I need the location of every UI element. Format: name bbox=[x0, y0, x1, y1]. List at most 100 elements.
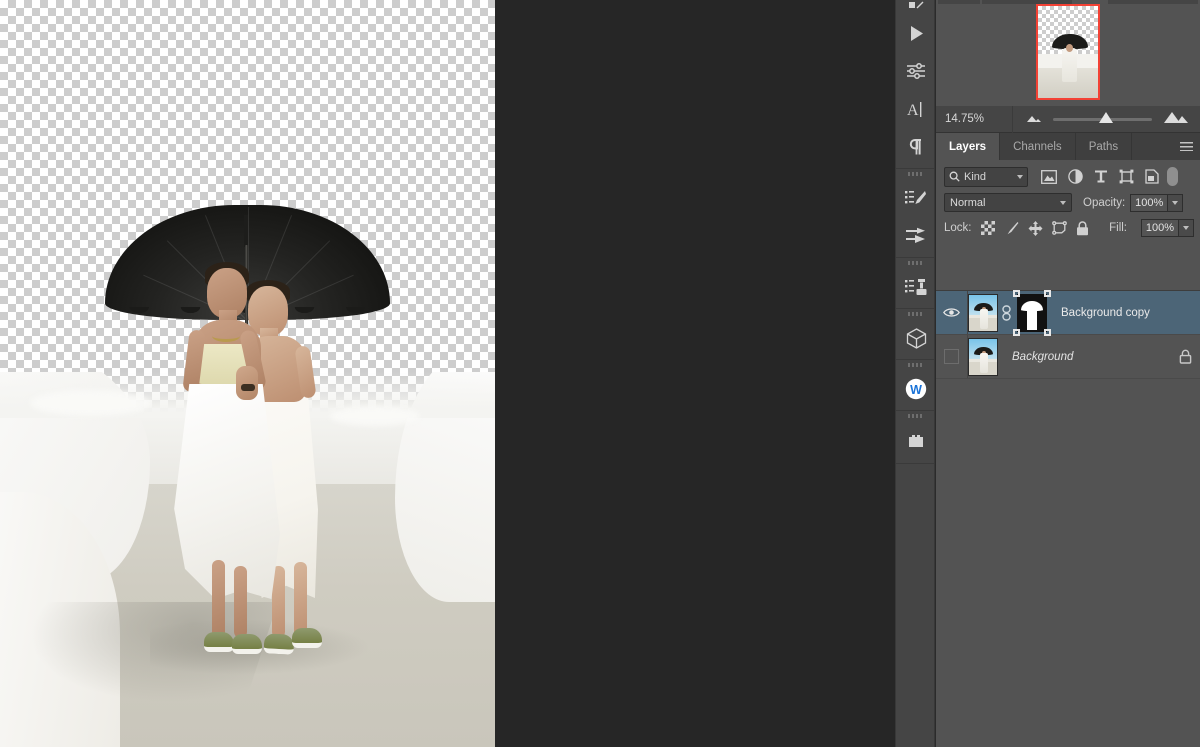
chevron-down-icon[interactable] bbox=[1060, 201, 1066, 205]
blend-mode-value: Normal bbox=[950, 197, 985, 209]
layers-panel: Layers Channels Paths Kind bbox=[936, 133, 1200, 747]
sneaker bbox=[292, 628, 322, 648]
layer-thumbnail[interactable] bbox=[968, 294, 998, 332]
canvas-subject-figure bbox=[0, 0, 495, 747]
photoshop-window: A bbox=[0, 0, 1200, 747]
partial-tool-icon[interactable] bbox=[896, 0, 936, 14]
lock-transparent-pixels-icon[interactable] bbox=[981, 221, 995, 235]
adjustment-layer-filter-icon[interactable] bbox=[1068, 169, 1083, 184]
hamburger-menu-icon[interactable] bbox=[1172, 133, 1200, 160]
lock-position-icon[interactable] bbox=[1028, 221, 1043, 236]
person-front-necklace bbox=[212, 330, 240, 342]
play-tool[interactable] bbox=[896, 14, 936, 52]
layers-panel-tabs[interactable]: Layers Channels Paths bbox=[936, 133, 1200, 160]
layer-mask-container[interactable] bbox=[1017, 294, 1047, 332]
shape-layer-filter-icon[interactable] bbox=[1119, 169, 1134, 184]
brush-presets-icon[interactable] bbox=[896, 179, 936, 217]
pilcrow-icon[interactable] bbox=[896, 128, 936, 166]
panel-grip[interactable] bbox=[908, 261, 923, 265]
cube-icon[interactable] bbox=[896, 319, 936, 357]
layer-thumbnail[interactable] bbox=[968, 338, 998, 376]
zoom-level-field[interactable]: 14.75% bbox=[942, 110, 1004, 128]
clone-stamp-presets-icon[interactable] bbox=[896, 268, 936, 306]
lock-all-icon[interactable] bbox=[1076, 221, 1089, 236]
library-bag-icon[interactable] bbox=[896, 421, 936, 459]
sneaker bbox=[232, 634, 262, 654]
workspace-background bbox=[495, 0, 895, 747]
blend-mode-row[interactable]: Normal Opacity: 100% bbox=[936, 190, 1200, 215]
layer-visibility-cell[interactable] bbox=[936, 291, 968, 334]
large-mountain-icon[interactable] bbox=[1162, 110, 1190, 129]
lock-image-pixels-icon[interactable] bbox=[1004, 221, 1019, 236]
zoom-slider-handle[interactable] bbox=[1099, 112, 1113, 123]
type-layer-filter-icon[interactable] bbox=[1094, 169, 1108, 184]
layer-filter-row[interactable]: Kind bbox=[936, 160, 1200, 190]
opacity-value-field[interactable]: 100% bbox=[1130, 194, 1168, 212]
rail-divider bbox=[896, 257, 934, 268]
svg-text:W: W bbox=[910, 383, 922, 397]
navigator-thumb-head bbox=[1066, 44, 1073, 52]
eye-icon-off[interactable] bbox=[944, 349, 959, 364]
person-front-leg-right bbox=[234, 566, 247, 638]
layer-filter-kind-select[interactable]: Kind bbox=[944, 167, 1028, 187]
person-front-skirt bbox=[172, 384, 280, 599]
layer-locked-icon bbox=[1170, 349, 1200, 364]
zoom-separator bbox=[1012, 106, 1013, 133]
rail-divider-bottom bbox=[896, 463, 934, 474]
right-panel-dock: 14.75% Layers Channels Paths bbox=[936, 0, 1200, 747]
w-circle-icon[interactable]: W bbox=[896, 370, 936, 408]
lock-row[interactable]: Lock: Fill: 100% bbox=[936, 215, 1200, 241]
layer-name[interactable]: Background copy bbox=[1047, 307, 1200, 319]
zoom-slider-track[interactable] bbox=[1053, 118, 1152, 121]
rail-divider bbox=[896, 168, 934, 179]
tab-channels[interactable]: Channels bbox=[1000, 133, 1076, 160]
blend-mode-select[interactable]: Normal bbox=[944, 193, 1072, 212]
lock-artboard-nesting-icon[interactable] bbox=[1052, 221, 1067, 235]
layer-visibility-cell[interactable] bbox=[936, 335, 968, 378]
brush-settings-icon[interactable] bbox=[896, 217, 936, 255]
layer-name[interactable]: Background bbox=[998, 351, 1170, 363]
table-row[interactable]: Background copy bbox=[936, 291, 1200, 335]
mask-selected-frame bbox=[1013, 290, 1051, 336]
lock-label: Lock: bbox=[944, 222, 972, 234]
panel-grip[interactable] bbox=[908, 363, 923, 367]
layer-filter-type-icons[interactable] bbox=[1041, 169, 1159, 184]
pixel-layer-filter-icon[interactable] bbox=[1041, 170, 1057, 184]
chevron-down-icon[interactable] bbox=[1017, 175, 1023, 179]
rail-divider bbox=[896, 308, 934, 319]
opacity-label: Opacity: bbox=[1083, 197, 1125, 209]
sliders-icon[interactable] bbox=[896, 52, 936, 90]
table-row[interactable]: Background bbox=[936, 335, 1200, 379]
info-tab-stub[interactable] bbox=[1108, 0, 1198, 4]
tab-layers[interactable]: Layers bbox=[936, 133, 1000, 160]
opacity-stepper[interactable] bbox=[1168, 194, 1183, 212]
small-mountain-icon[interactable] bbox=[1023, 110, 1043, 128]
smart-object-filter-icon[interactable] bbox=[1145, 169, 1159, 184]
tab-paths[interactable]: Paths bbox=[1076, 133, 1132, 160]
fill-stepper[interactable] bbox=[1179, 219, 1194, 237]
fill-value-field[interactable]: 100% bbox=[1141, 219, 1179, 237]
image-canvas[interactable] bbox=[0, 0, 495, 747]
navigator-view-box[interactable] bbox=[1036, 4, 1100, 100]
tab-strip-filler bbox=[1132, 133, 1172, 160]
person-back-leg-right bbox=[294, 562, 307, 638]
rail-divider bbox=[896, 359, 934, 370]
navigator-tab-stub[interactable] bbox=[938, 0, 980, 4]
collapsed-panel-rail[interactable]: A bbox=[895, 0, 935, 747]
panel-grip[interactable] bbox=[908, 414, 923, 418]
text-cursor-icon[interactable]: A bbox=[896, 90, 936, 128]
layer-mask-link-icon[interactable] bbox=[998, 305, 1014, 321]
navigator-thumb-body bbox=[1062, 48, 1077, 82]
layer-filter-kind-label: Kind bbox=[964, 171, 1013, 183]
navigator-panel[interactable] bbox=[936, 0, 1200, 106]
umbrella-tip bbox=[244, 215, 248, 247]
navigator-zoom-bar[interactable]: 14.75% bbox=[936, 106, 1200, 133]
panel-grip[interactable] bbox=[908, 312, 923, 316]
search-icon bbox=[949, 171, 960, 182]
layer-list[interactable]: Background copy Background bbox=[936, 290, 1200, 747]
hands-on-umbrella-shaft bbox=[236, 366, 258, 400]
person-front-leg-left bbox=[212, 560, 225, 638]
sneaker bbox=[263, 633, 294, 655]
panel-grip[interactable] bbox=[908, 172, 923, 176]
layer-filter-toggle-switch[interactable] bbox=[1167, 167, 1178, 186]
